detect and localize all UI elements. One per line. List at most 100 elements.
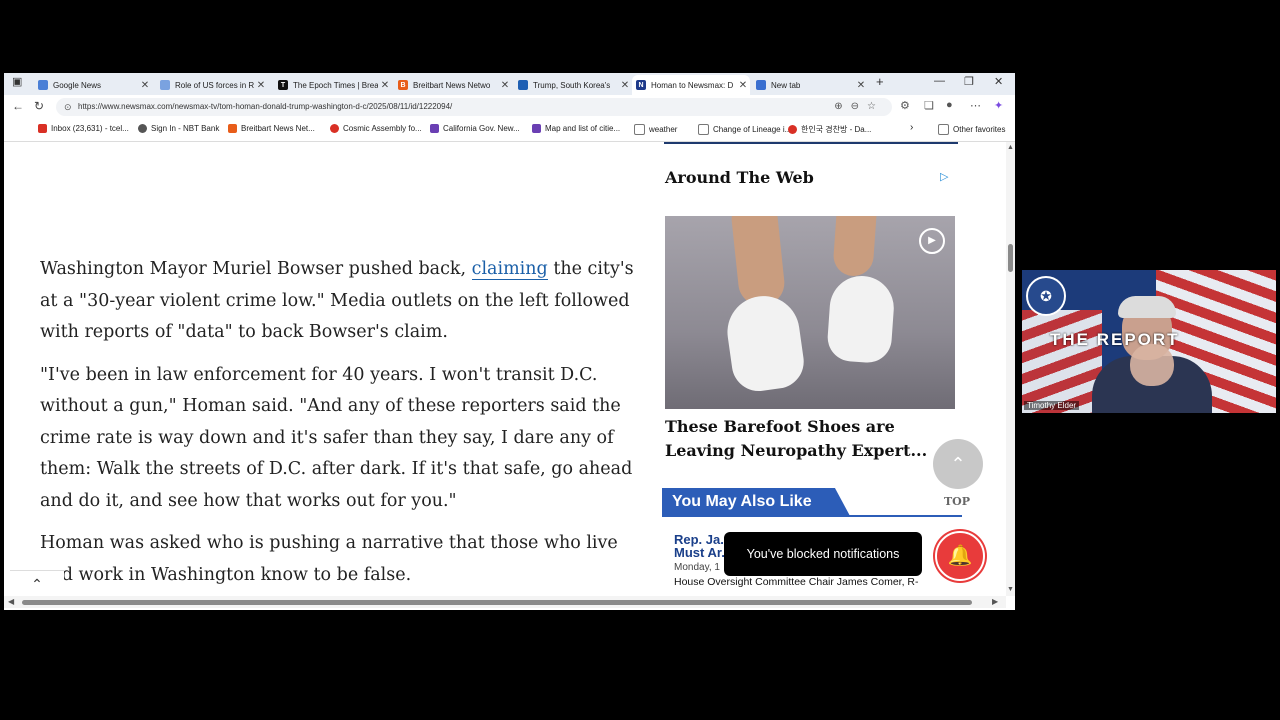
breitbart-icon [228,124,237,133]
ad-headline[interactable]: These Barefoot Shoes are Leaving Neuropa… [665,415,955,463]
scroll-to-top-button[interactable]: ⌃ [933,439,983,489]
profile-avatar[interactable]: ● [946,99,953,111]
page-icon [788,125,797,134]
page-icon [532,124,541,133]
reader-icon[interactable]: ⊖ [851,101,867,112]
paragraph-text: Washington Mayor Muriel Bowser pushed ba… [40,259,472,279]
bookmark-map-cities[interactable]: Map and list of citie... [532,124,620,133]
tab-google-news[interactable]: Google News ✕ [34,75,152,95]
bell-icon[interactable]: 🔔 [935,531,985,581]
shoe-shape [722,291,808,395]
bookmark-label: Map and list of citie... [545,124,621,133]
seal-icon: ✪ [1026,276,1066,316]
more-menu-icon[interactable]: ⋯ [970,99,981,112]
chevron-up-icon: ⌃ [950,454,966,474]
newsmax-icon: N [636,80,646,90]
close-icon[interactable]: ✕ [378,80,392,91]
video-play-icon[interactable]: ▶ [919,228,945,254]
new-tab-button[interactable]: + [876,74,884,89]
bookmark-weather[interactable]: weather [634,124,677,135]
bookmark-breitbart[interactable]: Breitbart News Net... [228,124,315,133]
scroll-right-icon[interactable]: ▶ [992,597,998,606]
leg-shape [729,216,787,309]
breitbart-icon: B [398,80,408,90]
presenter-hand [1130,344,1174,386]
close-icon[interactable]: ✕ [254,80,268,91]
close-icon[interactable]: ✕ [498,80,512,91]
section-underline [662,515,962,517]
scroll-up-icon[interactable]: ▲ [1007,144,1014,151]
folder-icon [938,124,949,135]
tab-role-of-us-forces[interactable]: Role of US forces in RO ✕ [156,75,268,95]
favorite-star-icon[interactable]: ☆ [867,101,884,112]
tab-newsmax-active[interactable]: N Homan to Newsmax: D ✕ [632,75,750,95]
close-window-icon[interactable]: ✕ [994,75,1003,88]
adchoices-icon[interactable]: ▷ [940,170,948,183]
bookmark-label: California Gov. New... [443,124,520,133]
close-icon[interactable]: ✕ [138,80,152,91]
tab-label: Role of US forces in RO [175,80,254,90]
tab-trump-south-korea[interactable]: Trump, South Korea's ✕ [514,75,632,95]
url-field[interactable]: ⊙ https://www.newsmax.com/newsmax-tv/tom… [56,98,892,116]
close-icon[interactable]: ✕ [854,80,868,91]
bookmark-nbt-bank[interactable]: Sign In - NBT Bank [138,124,219,133]
chevron-right-icon[interactable]: › [910,122,913,133]
you-may-also-like-heading: You May Also Like [662,488,850,516]
new-tab-icon [756,80,766,90]
bookmark-label: Sign In - NBT Bank [151,124,220,133]
bookmark-label: Inbox (23,631) - tcel... [51,124,129,133]
site-info-icon[interactable]: ⊙ [64,98,72,116]
bookmark-cosmic-assembly[interactable]: Cosmic Assembly fo... [330,124,422,133]
ad-image[interactable]: ▶ [665,216,955,409]
close-icon[interactable]: ✕ [736,80,750,91]
tab-label: Homan to Newsmax: D [651,80,734,90]
bookmark-korean-site[interactable]: 한인국 경찬방 - Da... [788,124,871,135]
webcam-overlay: ✪ THE REPORT Timothy Elder [1022,270,1276,413]
folder-icon [698,124,709,135]
gmail-icon [38,124,47,133]
scroll-left-icon[interactable]: ◀ [8,597,14,606]
extensions-icon[interactable]: ⚙ [900,99,910,112]
zoom-icon[interactable]: ⊕ [834,101,850,112]
address-bar-row: ← ↻ ⊙ https://www.newsmax.com/newsmax-tv… [4,95,1015,119]
tab-breitbart[interactable]: B Breitbart News Netwo ✕ [394,75,512,95]
page-content: Washington Mayor Muriel Bowser pushed ba… [4,142,1006,596]
tab-label: The Epoch Times | Brea [293,80,378,90]
url-text: https://www.newsmax.com/newsmax-tv/tom-h… [78,102,453,111]
presenter-name: Timothy Elder [1024,401,1080,410]
tab-new-tab[interactable]: New tab ✕ [752,75,868,95]
article-paragraph-1: Washington Mayor Muriel Bowser pushed ba… [40,254,640,349]
back-icon[interactable]: ← [12,99,24,113]
globe-icon [138,124,147,133]
other-favorites[interactable]: Other favorites [938,124,1005,135]
google-news-icon [38,80,48,90]
bookmark-label: weather [649,125,678,134]
shoe-shape [826,273,896,365]
other-favorites-label: Other favorites [953,125,1006,134]
leg-shape [832,216,878,278]
maximize-icon[interactable]: ❐ [964,75,974,88]
flag-stripes [1022,310,1102,413]
scroll-down-icon[interactable]: ▼ [1007,586,1014,593]
collections-icon[interactable]: ❏ [924,99,934,112]
tab-actions-icon[interactable]: ▣ [12,75,22,88]
horizontal-scrollbar[interactable]: ◀ ▶ [4,596,1006,608]
chevron-up-icon[interactable]: ⌃ [10,570,64,596]
copilot-icon[interactable]: ✦ [994,99,1003,112]
bookmark-change-of-lineage[interactable]: Change of Lineage i... [698,124,791,135]
claiming-link[interactable]: claiming [471,259,548,280]
vertical-scrollbar[interactable]: ▲ ▼ [1006,142,1015,596]
top-label[interactable]: TOP [944,495,970,508]
bookmark-label: Cosmic Assembly fo... [343,124,422,133]
vertical-scroll-thumb[interactable] [1008,244,1013,272]
refresh-icon[interactable]: ↻ [34,99,44,113]
close-icon[interactable]: ✕ [618,80,632,91]
tab-epoch-times[interactable]: T The Epoch Times | Brea ✕ [274,75,392,95]
horizontal-scroll-thumb[interactable] [22,600,972,605]
notification-toast: You've blocked notifications [724,532,922,576]
bookmark-california-gov[interactable]: California Gov. New... [430,124,520,133]
bookmark-inbox[interactable]: Inbox (23,631) - tcel... [38,124,129,133]
story-summary[interactable]: House Oversight Committee Chair James Co… [674,576,919,588]
bookmark-label: Change of Lineage i... [713,125,792,134]
minimize-icon[interactable]: — [934,75,945,87]
